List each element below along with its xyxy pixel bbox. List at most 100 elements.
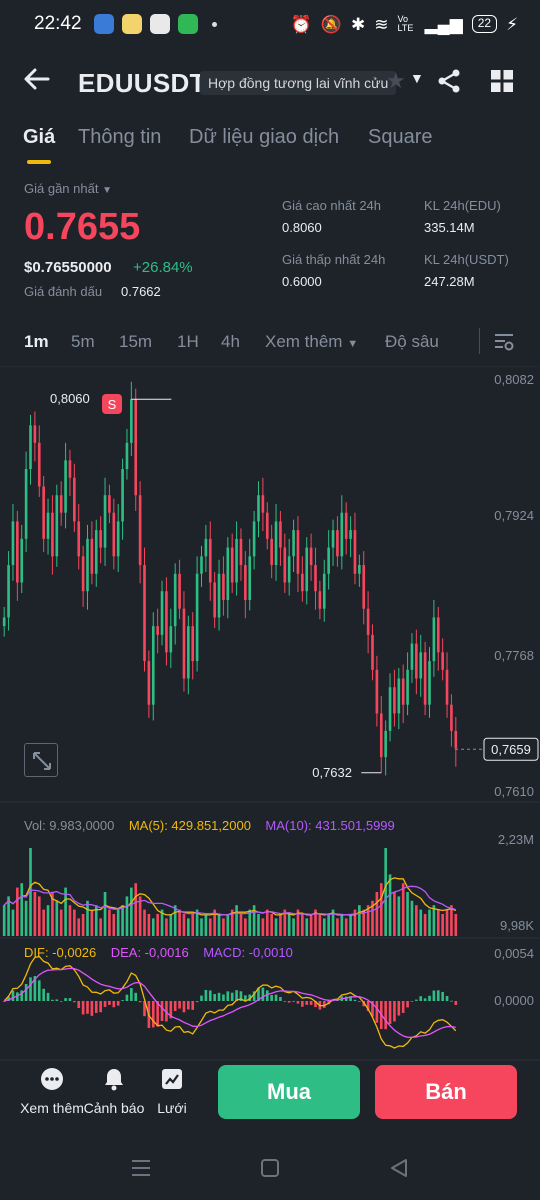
macd-histogram-bar bbox=[436, 990, 440, 1001]
back-nav-icon[interactable] bbox=[389, 1158, 409, 1183]
alert-button[interactable]: Cảnh báo bbox=[82, 1066, 146, 1116]
candle-body bbox=[252, 521, 256, 557]
macd-histogram-bar bbox=[68, 998, 72, 1001]
interval-5m[interactable]: 5m bbox=[71, 332, 95, 352]
volume-bar bbox=[349, 914, 352, 936]
candle-body bbox=[358, 565, 361, 574]
grid-chart-icon bbox=[140, 1066, 204, 1092]
volume-bar bbox=[77, 918, 81, 936]
grid-trading-button[interactable]: Lưới bbox=[140, 1066, 204, 1116]
star-icon[interactable]: ★ bbox=[386, 68, 406, 94]
macd-histogram-bar bbox=[77, 1001, 81, 1009]
volume-bar bbox=[327, 914, 330, 936]
candle-body bbox=[134, 399, 138, 496]
notification-dot-icon bbox=[211, 21, 217, 27]
candle-body bbox=[16, 521, 19, 583]
vol-value: Vol: 9.983,0000 bbox=[24, 818, 115, 833]
macd-histogram-bar bbox=[305, 1001, 309, 1005]
volume-axis-bottom: 9,98K bbox=[500, 918, 534, 933]
candle-body bbox=[86, 538, 89, 592]
candle-body bbox=[423, 652, 427, 705]
price-axis-label: 0,8082 bbox=[494, 372, 534, 387]
signal-icon: ▂▄▆ bbox=[424, 14, 463, 34]
active-tab-indicator bbox=[27, 160, 51, 164]
tab-info[interactable]: Thông tin bbox=[78, 126, 161, 149]
price-axis-label: 0,7924 bbox=[494, 508, 534, 523]
volume-bar bbox=[287, 914, 291, 936]
chevron-down-icon[interactable]: ▼ bbox=[410, 70, 424, 86]
alarm-icon: ⏰ bbox=[290, 14, 312, 34]
volume-bar bbox=[121, 905, 124, 936]
candle-body bbox=[64, 460, 67, 513]
tab-square[interactable]: Square bbox=[368, 126, 433, 149]
volume-bar bbox=[436, 909, 440, 936]
macd-histogram-bar bbox=[204, 989, 208, 1001]
home-icon[interactable] bbox=[260, 1158, 280, 1183]
candle-body bbox=[401, 678, 405, 705]
macd-histogram-bar bbox=[353, 999, 357, 1001]
volume-bar bbox=[401, 883, 405, 936]
candle-body bbox=[283, 547, 287, 583]
candle-body bbox=[384, 730, 387, 758]
recents-icon[interactable] bbox=[131, 1158, 151, 1183]
grid-icon[interactable] bbox=[491, 70, 513, 97]
volume-bar bbox=[226, 914, 230, 936]
sell-button[interactable]: Bán bbox=[375, 1065, 517, 1119]
more-button[interactable]: Xem thêm bbox=[20, 1066, 84, 1116]
expand-icon[interactable] bbox=[24, 743, 58, 777]
candle-body bbox=[239, 538, 243, 566]
kline-chart[interactable]: 0,8082 0,7924 0,7768 0,7610 0,8060 0,7632 S 0,7… bbox=[0, 366, 540, 1062]
volume-bar bbox=[2, 905, 6, 936]
volume-bar bbox=[73, 909, 76, 936]
tab-trading-data[interactable]: Dữ liệu giao dịch bbox=[189, 126, 339, 149]
high-24h-label: Giá cao nhất 24h bbox=[282, 198, 382, 213]
candle-body bbox=[138, 495, 142, 566]
alert-label: Cảnh báo bbox=[83, 1100, 145, 1116]
candle-body bbox=[393, 687, 396, 714]
candle-body bbox=[419, 652, 423, 679]
app-icon-game bbox=[93, 14, 114, 34]
volume-bar bbox=[270, 914, 273, 936]
macd-histogram-bar bbox=[160, 1001, 164, 1021]
candle-body bbox=[410, 643, 414, 670]
back-arrow-icon[interactable] bbox=[22, 64, 52, 100]
chevron-down-icon: ▼ bbox=[102, 185, 112, 196]
share-icon[interactable] bbox=[436, 68, 462, 99]
volume-bar bbox=[11, 909, 15, 936]
interval-15m[interactable]: 15m bbox=[119, 332, 152, 352]
macd-histogram-bar bbox=[37, 980, 41, 1001]
status-icons: ⏰ 🔕 ✱ ≋ Vo LTE ▂▄▆ 22 ⚡ bbox=[291, 15, 518, 33]
volume-bar bbox=[156, 914, 159, 936]
tab-price[interactable]: Giá bbox=[23, 126, 55, 149]
candle-body bbox=[59, 495, 63, 513]
macd-histogram-bar bbox=[64, 998, 67, 1001]
chart-settings-icon[interactable] bbox=[494, 333, 514, 356]
pair-title[interactable]: EDUUSDT bbox=[78, 68, 206, 99]
min-price-marker: 0,7632 bbox=[312, 765, 352, 780]
macd-histogram-bar bbox=[450, 1000, 453, 1002]
candle-body bbox=[130, 399, 133, 443]
macd-histogram-bar bbox=[103, 1001, 107, 1007]
candle-body bbox=[46, 512, 50, 539]
interval-more[interactable]: Xem thêm ▼ bbox=[265, 332, 358, 352]
candle-body bbox=[200, 556, 203, 574]
candle-body bbox=[244, 565, 247, 600]
last-price-label[interactable]: Giá gần nhất ▼ bbox=[24, 181, 112, 196]
candle-body bbox=[112, 512, 116, 557]
candle-body bbox=[160, 591, 164, 635]
candle-body bbox=[436, 617, 440, 653]
app-icon-shield bbox=[177, 14, 198, 34]
status-time: 22:42 bbox=[34, 13, 82, 34]
interval-1m[interactable]: 1m bbox=[24, 332, 49, 352]
low-24h-label: Giá thấp nhất 24h bbox=[282, 252, 386, 267]
interval-1h[interactable]: 1H bbox=[177, 332, 199, 352]
volume-bar bbox=[322, 918, 326, 936]
volume-legend: Vol: 9.983,0000 MA(5): 429.851,2000 MA(1… bbox=[24, 818, 395, 833]
volume-bar bbox=[191, 914, 195, 936]
interval-4h[interactable]: 4h bbox=[221, 332, 240, 352]
interval-bar: 1m 5m 15m 1H 4h Xem thêm ▼ Độ sâu bbox=[0, 328, 540, 360]
depth-tab[interactable]: Độ sâu bbox=[385, 332, 439, 352]
system-nav-bar bbox=[0, 1140, 540, 1200]
macd-histogram-bar bbox=[116, 1001, 120, 1006]
buy-button[interactable]: Mua bbox=[218, 1065, 360, 1119]
